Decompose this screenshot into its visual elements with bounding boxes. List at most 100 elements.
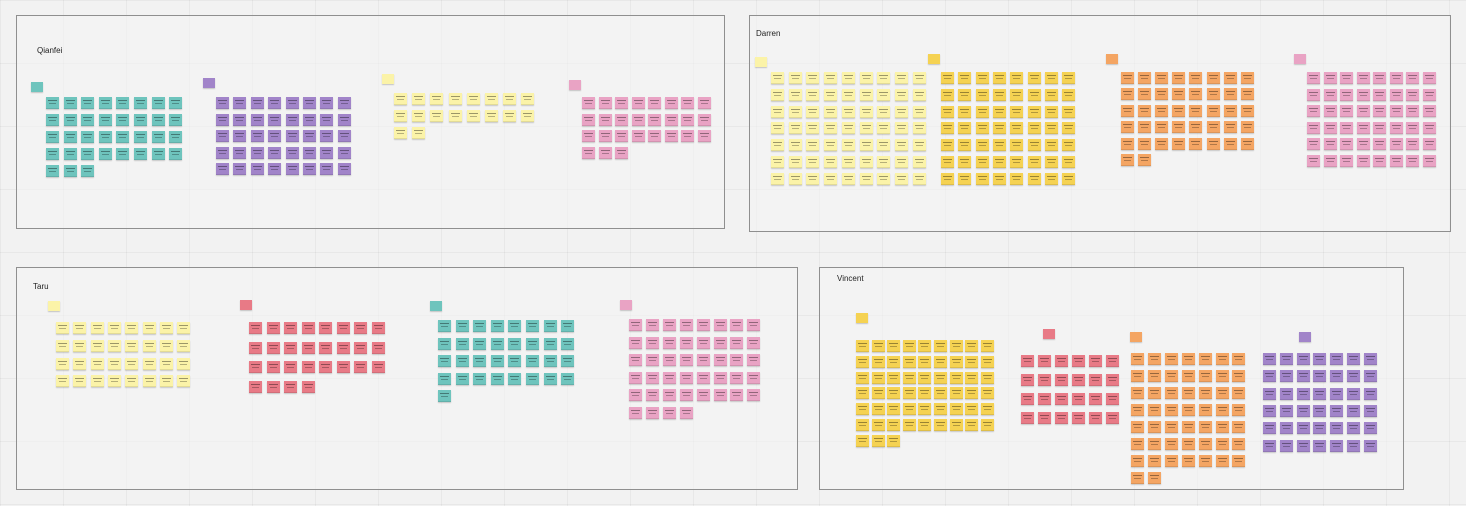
- sticky-note[interactable]: [1307, 138, 1320, 151]
- sticky-note[interactable]: [1044, 139, 1058, 152]
- sticky-note[interactable]: [543, 372, 557, 385]
- sticky-note[interactable]: [747, 389, 761, 401]
- sticky-note[interactable]: [1155, 104, 1169, 117]
- sticky-note[interactable]: [1215, 421, 1229, 433]
- sticky-note[interactable]: [941, 172, 954, 185]
- sticky-note[interactable]: [1044, 156, 1058, 168]
- sticky-note[interactable]: [598, 113, 612, 126]
- sticky-note[interactable]: [46, 114, 59, 126]
- group-tag-taru-red[interactable]: [240, 300, 252, 310]
- sticky-note[interactable]: [81, 114, 95, 126]
- group-tag-taru-light-yellow[interactable]: [48, 301, 60, 311]
- group-tag-darren-pink[interactable]: [1294, 54, 1306, 64]
- sticky-note[interactable]: [249, 341, 262, 354]
- sticky-note[interactable]: [438, 337, 451, 350]
- sticky-note[interactable]: [1037, 374, 1051, 386]
- sticky-note[interactable]: [1296, 353, 1310, 365]
- sticky-note[interactable]: [918, 340, 932, 352]
- sticky-note[interactable]: [1389, 88, 1403, 101]
- sticky-note[interactable]: [1164, 404, 1178, 416]
- sticky-note[interactable]: [788, 72, 802, 84]
- sticky-note[interactable]: [1164, 421, 1178, 433]
- sticky-note[interactable]: [1240, 121, 1254, 134]
- sticky-note[interactable]: [1263, 370, 1276, 383]
- sticky-note[interactable]: [902, 355, 916, 368]
- sticky-note[interactable]: [98, 97, 112, 109]
- sticky-note[interactable]: [1131, 455, 1144, 467]
- sticky-note[interactable]: [1340, 72, 1353, 84]
- sticky-note[interactable]: [887, 340, 901, 352]
- sticky-note[interactable]: [958, 172, 972, 185]
- sticky-note[interactable]: [1155, 72, 1169, 84]
- frame-title-darren[interactable]: Darren: [756, 29, 780, 38]
- sticky-note[interactable]: [934, 387, 947, 400]
- sticky-note[interactable]: [125, 375, 139, 388]
- sticky-note[interactable]: [142, 322, 156, 334]
- group-tag-qianfei-pink[interactable]: [569, 80, 581, 90]
- sticky-note[interactable]: [250, 97, 264, 109]
- sticky-note[interactable]: [1181, 404, 1195, 416]
- sticky-note[interactable]: [894, 122, 908, 135]
- sticky-note[interactable]: [918, 419, 932, 431]
- sticky-note[interactable]: [1131, 438, 1144, 450]
- sticky-note[interactable]: [116, 97, 130, 109]
- sticky-note[interactable]: [1347, 422, 1360, 435]
- sticky-note[interactable]: [46, 131, 59, 143]
- sticky-note[interactable]: [859, 88, 873, 101]
- sticky-note[interactable]: [1373, 72, 1386, 84]
- sticky-note[interactable]: [46, 165, 59, 177]
- sticky-note[interactable]: [1422, 121, 1436, 134]
- sticky-note[interactable]: [958, 88, 972, 101]
- sticky-note[interactable]: [1155, 137, 1169, 150]
- sticky-note[interactable]: [648, 130, 661, 142]
- sticky-note[interactable]: [1010, 105, 1024, 118]
- sticky-note[interactable]: [1296, 370, 1310, 383]
- sticky-note[interactable]: [965, 371, 979, 384]
- sticky-note[interactable]: [871, 355, 885, 368]
- sticky-note[interactable]: [249, 361, 262, 373]
- sticky-note[interactable]: [1105, 355, 1119, 367]
- sticky-note[interactable]: [284, 380, 297, 393]
- sticky-note[interactable]: [992, 139, 1006, 152]
- sticky-note[interactable]: [159, 322, 173, 334]
- sticky-note[interactable]: [1088, 393, 1102, 405]
- sticky-note[interactable]: [1010, 139, 1024, 152]
- sticky-note[interactable]: [177, 339, 191, 352]
- sticky-note[interactable]: [629, 354, 642, 366]
- sticky-note[interactable]: [1147, 370, 1161, 382]
- sticky-note[interactable]: [81, 165, 95, 177]
- sticky-note[interactable]: [806, 72, 820, 84]
- sticky-note[interactable]: [1223, 104, 1237, 117]
- sticky-note[interactable]: [1181, 421, 1195, 433]
- sticky-note[interactable]: [301, 322, 315, 334]
- sticky-note[interactable]: [526, 320, 539, 332]
- sticky-note[interactable]: [485, 93, 498, 105]
- sticky-note[interactable]: [1138, 72, 1152, 84]
- sticky-note[interactable]: [958, 139, 972, 152]
- sticky-note[interactable]: [918, 355, 932, 368]
- sticky-note[interactable]: [1206, 104, 1220, 117]
- sticky-note[interactable]: [662, 389, 676, 401]
- sticky-note[interactable]: [473, 355, 487, 367]
- sticky-note[interactable]: [1356, 121, 1370, 134]
- sticky-note[interactable]: [73, 339, 87, 352]
- sticky-note[interactable]: [747, 336, 761, 349]
- sticky-note[interactable]: [521, 110, 535, 122]
- sticky-note[interactable]: [1027, 139, 1041, 152]
- sticky-note[interactable]: [1422, 88, 1436, 101]
- sticky-note[interactable]: [958, 156, 972, 168]
- sticky-note[interactable]: [662, 319, 676, 331]
- sticky-note[interactable]: [90, 322, 104, 334]
- group-tag-vincent-purple[interactable]: [1299, 332, 1311, 342]
- sticky-note[interactable]: [249, 380, 262, 393]
- sticky-note[interactable]: [1330, 422, 1344, 435]
- sticky-note[interactable]: [582, 146, 595, 159]
- sticky-note[interactable]: [1071, 393, 1085, 405]
- sticky-note[interactable]: [430, 93, 444, 105]
- sticky-note[interactable]: [958, 72, 972, 84]
- sticky-note[interactable]: [543, 337, 557, 350]
- sticky-note[interactable]: [824, 122, 838, 135]
- sticky-note[interactable]: [125, 357, 139, 370]
- sticky-note[interactable]: [662, 406, 676, 419]
- sticky-note[interactable]: [713, 336, 727, 349]
